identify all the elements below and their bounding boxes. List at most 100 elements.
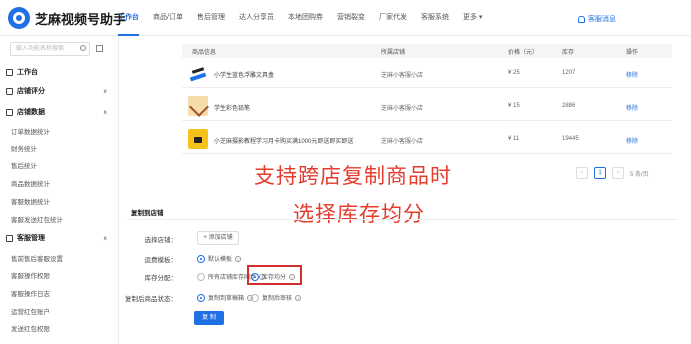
app-logo: 芝麻视频号助手 [8, 7, 126, 29]
section-title: 复制到店铺 [131, 210, 164, 217]
sidebar-group-label: 客服管理 [17, 235, 45, 242]
product-stock: 19445 [562, 136, 579, 142]
product-thumbnail [188, 129, 208, 149]
sidebar-item-order-stats[interactable]: 订单数据统计 [0, 126, 119, 136]
radio-checked-icon [197, 254, 205, 263]
nav-local-coupons[interactable]: 本地团购券 [288, 0, 323, 36]
service-message-link[interactable]: 客服消息 [578, 14, 616, 24]
sidebar-item-finance-stats[interactable]: 财务统计 [0, 143, 119, 153]
app-title: 芝麻视频号助手 [35, 11, 127, 27]
calendar-icon[interactable] [96, 45, 103, 52]
product-store: 芝麻小客服小店 [381, 106, 424, 112]
sidebar-item-aftersale-stats[interactable]: 售后统计 [0, 160, 119, 170]
next-page-button[interactable]: › [612, 167, 624, 179]
chevron-down-icon: ∨ [103, 88, 108, 95]
sidebar-item-redpacket-stats[interactable]: 客服发送红包统计 [0, 214, 119, 224]
divider [127, 219, 677, 220]
top-nav: 工作台 商品/订单 售后管理 达人分享员 本地团购券 营销裂变 厂家代发 客服系… [118, 0, 482, 36]
page-size-select[interactable]: 5 条/页 [630, 169, 649, 178]
product-name: 小芝麻摄影教程学习月卡购买满1000元即送即买即送 [214, 139, 354, 145]
sidebar-group-label: 店铺数据 [17, 109, 45, 116]
nav-products-orders[interactable]: 商品/订单 [153, 0, 183, 36]
product-price: ¥ 11 [508, 136, 520, 142]
stock-label: 库存分配： [144, 275, 178, 282]
nav-after-sales[interactable]: 售后管理 [197, 0, 225, 36]
chart-icon [6, 108, 13, 116]
product-thumbnail [188, 63, 208, 83]
sidebar-item-service-stats[interactable]: 客服数据统计 [0, 196, 119, 206]
help-icon: ? [295, 294, 302, 301]
sidebar-item-product-stats[interactable]: 商品数据统计 [0, 178, 119, 188]
add-store-button[interactable]: + 添加店铺 [197, 231, 239, 245]
app-root: 芝麻视频号助手 工作台 商品/订单 售后管理 达人分享员 本地团购券 营销裂变 … [0, 0, 691, 344]
radio-label: 复制到草稿箱 [208, 296, 245, 302]
store-label: 选择店铺： [144, 237, 178, 244]
product-store: 芝麻小客服小店 [381, 73, 424, 79]
radio-label: 复制后审核 [262, 296, 293, 302]
chevron-down-icon: ▾ [476, 14, 483, 21]
bell-icon [578, 15, 585, 23]
sidebar-group-label: 工作台 [17, 69, 38, 76]
annotation-text-line1: 支持跨店复制商品时 [254, 165, 452, 188]
nav-service-system[interactable]: 客服系统 [421, 0, 449, 36]
highlight-box [247, 265, 302, 285]
monitor-icon [6, 68, 13, 76]
pagination: ‹ 1 › 5 条/页 [576, 167, 649, 179]
status-label: 复制后商品状态： [125, 296, 177, 303]
radio-unchecked-icon [197, 272, 205, 281]
headset-icon [6, 234, 13, 242]
column-header: 库存 [562, 50, 575, 56]
main-content: 商品信息 所属店铺 价格（元） 库存 操作 小学生蓝色浮雕文具盒 芝麻小客服小店… [119, 36, 691, 344]
status-draft-radio[interactable]: 复制到草稿箱 ? [197, 293, 254, 302]
sidebar-item-redpacket-account[interactable]: 运营红包账户 [0, 306, 119, 316]
column-header: 操作 [626, 50, 639, 56]
remove-link[interactable]: 移除 [626, 103, 638, 112]
remove-link[interactable]: 移除 [626, 136, 638, 145]
prev-page-button[interactable]: ‹ [576, 167, 588, 179]
nav-more[interactable]: 更多 ▾ [463, 0, 482, 36]
column-header: 所属店铺 [381, 50, 406, 56]
product-name: 小学生蓝色浮雕文具盒 [214, 73, 275, 79]
chevron-up-icon: ∧ [103, 109, 108, 116]
sidebar-group-label: 店铺评分 [17, 88, 45, 95]
product-price: ¥ 25 [508, 70, 520, 76]
top-bar: 芝麻视频号助手 工作台 商品/订单 售后管理 达人分享员 本地团购券 营销裂变 … [0, 0, 691, 36]
column-header: 商品信息 [192, 50, 217, 56]
remove-link[interactable]: 移除 [626, 70, 638, 79]
table-header: 商品信息 所属店铺 价格（元） 库存 操作 [182, 44, 672, 58]
shipping-template-radio[interactable]: 默认模板 ? [197, 254, 242, 263]
radio-checked-icon [197, 293, 205, 302]
sidebar-group-store-data[interactable]: 店铺数据 ∧ [0, 107, 119, 117]
help-icon: ? [235, 255, 242, 262]
product-stock: 1207 [562, 70, 576, 76]
product-thumbnail [188, 96, 208, 116]
product-store: 芝麻小客服小店 [381, 139, 424, 145]
shipping-label: 运费模板： [144, 257, 178, 264]
service-message-label: 客服消息 [588, 16, 616, 23]
product-name: 学生彩色铅笔 [214, 106, 251, 112]
column-header: 价格（元） [508, 50, 539, 56]
annotation-text-line2: 选择库存均分 [293, 203, 425, 226]
logo-icon [8, 7, 30, 29]
nav-marketing[interactable]: 营销裂变 [337, 0, 365, 36]
status-review-radio[interactable]: 复制后审核 ? [251, 293, 302, 302]
table-row: 小芝麻摄影教程学习月卡购买满1000元即送即买即送 芝麻小客服小店 ¥ 11 1… [182, 124, 672, 154]
search-icon[interactable] [80, 45, 86, 51]
product-price: ¥ 15 [508, 103, 520, 109]
sidebar-group-workbench[interactable]: 工作台 [0, 67, 119, 77]
radio-label: 默认模板 [208, 257, 233, 263]
nav-influencer[interactable]: 达人分享员 [239, 0, 274, 36]
store-icon [6, 87, 13, 95]
sidebar-item-redpacket-permission[interactable]: 发送红包权限 [0, 323, 119, 333]
radio-unchecked-icon [251, 293, 259, 302]
nav-workbench[interactable]: 工作台 [118, 0, 139, 36]
page-number-button[interactable]: 1 [594, 167, 606, 179]
copy-button[interactable]: 复 制 [194, 311, 224, 325]
table-row: 小学生蓝色浮雕文具盒 芝麻小客服小店 ¥ 25 1207 移除 [182, 58, 672, 88]
sidebar-search-input[interactable]: 输入功能名称搜索 [10, 42, 90, 56]
nav-dropship[interactable]: 厂家代发 [379, 0, 407, 36]
product-stock: 2886 [562, 103, 576, 109]
table-row: 学生彩色铅笔 芝麻小客服小店 ¥ 15 2886 移除 [182, 91, 672, 121]
nav-more-label: 更多 [462, 14, 477, 21]
sidebar-group-store-rating[interactable]: 店铺评分 ∨ [0, 86, 119, 96]
